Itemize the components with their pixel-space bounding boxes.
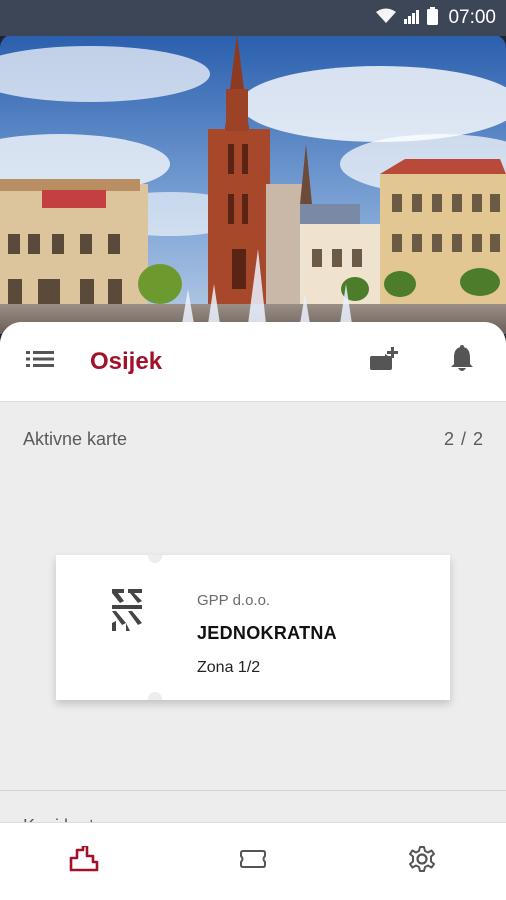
bell-icon <box>449 345 475 378</box>
ticket-type: JEDNOKRATNA <box>197 623 337 643</box>
ticket-count: 2 / 2 <box>443 429 484 449</box>
main-sheet: Osijek Aktivne karte 2 / 2 GPP d.o.o. JE… <box>0 322 506 900</box>
city-title: Osijek <box>90 347 163 375</box>
ticket-operator: GPP d.o.o. <box>197 592 271 609</box>
menu-button[interactable] <box>24 346 56 378</box>
section-divider <box>0 790 506 791</box>
gear-icon <box>408 845 436 878</box>
nav-tickets[interactable] <box>223 837 283 887</box>
city-icon <box>69 844 99 877</box>
section-label: Aktivne karte <box>23 429 128 449</box>
add-card-button[interactable] <box>364 342 404 382</box>
ticket-zone: Zona 1/2 <box>197 659 261 676</box>
app-bar: Osijek <box>0 322 506 402</box>
status-bar: 07:00 <box>0 0 506 36</box>
nav-settings[interactable] <box>392 837 452 887</box>
active-tickets-header: Aktivne karte 2 / 2 <box>0 429 506 450</box>
operator-logo-icon <box>112 587 142 636</box>
ticket-icon <box>239 849 267 874</box>
city-hero-image <box>0 34 506 334</box>
ticket-card-wrapper: GPP d.o.o. JEDNOKRATNA Zona 1/2 <box>56 555 452 701</box>
notifications-button[interactable] <box>442 342 482 382</box>
battery-icon <box>427 6 439 30</box>
bottom-navigation <box>0 822 506 900</box>
ticket-notch-bottom <box>148 692 162 700</box>
wifi-icon <box>375 8 397 29</box>
signal-icon <box>403 8 421 29</box>
ticket-notch-top <box>148 555 162 563</box>
list-icon <box>26 349 54 374</box>
ticket-card[interactable]: GPP d.o.o. JEDNOKRATNA Zona 1/2 <box>56 555 450 700</box>
nav-home[interactable] <box>54 837 114 887</box>
add-wallet-icon <box>369 346 399 377</box>
status-time: 07:00 <box>448 7 496 28</box>
